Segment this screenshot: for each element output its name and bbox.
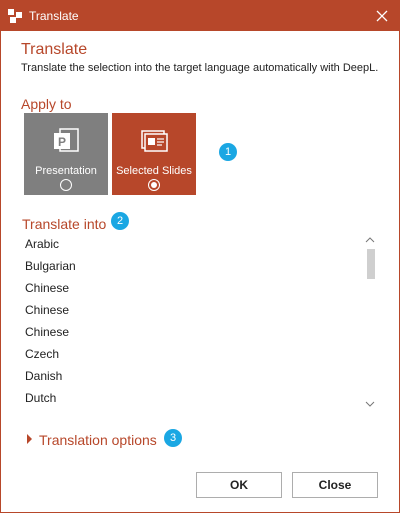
selected-slides-label: Selected Slides [116,165,192,177]
language-item[interactable]: Arabic [23,233,379,255]
translate-dialog: Translate Translate Translate the select… [0,0,400,513]
presentation-label: Presentation [35,165,97,177]
scroll-up-icon[interactable] [363,233,377,247]
title-bar: Translate [1,1,399,31]
close-icon[interactable] [371,5,393,27]
window-title: Translate [29,9,79,23]
dialog-description: Translate the selection into the target … [21,62,379,74]
dialog-heading: Translate [21,41,88,58]
svg-text:P: P [58,135,66,149]
expand-triangle-icon [27,434,32,444]
presentation-radio[interactable] [60,179,72,191]
language-item[interactable]: Czech [23,343,379,365]
close-button[interactable]: Close [292,472,378,498]
apply-to-selected-slides-tile[interactable]: Selected Slides [112,113,196,195]
scroll-down-icon[interactable] [363,397,377,411]
translation-options-toggle[interactable]: Translation options [27,432,157,448]
language-item[interactable]: Chinese [23,277,379,299]
step-badge-1: 1 [219,143,237,161]
scroll-thumb[interactable] [367,249,375,279]
powerpoint-presentation-icon: P [50,125,82,157]
deepl-logo-icon [7,8,23,24]
step-badge-3: 3 [164,429,182,447]
translation-options-label: Translation options [39,432,157,448]
language-item[interactable]: Bulgarian [23,255,379,277]
translate-into-label: Translate into [22,216,107,232]
apply-to-presentation-tile[interactable]: P Presentation [24,113,108,195]
step-badge-2: 2 [111,212,129,230]
language-list-scrollbar[interactable] [363,233,377,411]
language-list[interactable]: Arabic Bulgarian Chinese Chinese Chinese… [23,233,379,411]
language-item[interactable]: Dutch [23,387,379,409]
selected-slides-radio[interactable] [148,179,160,191]
language-item[interactable]: Chinese [23,299,379,321]
ok-button[interactable]: OK [196,472,282,498]
language-item[interactable]: Chinese [23,321,379,343]
apply-to-label: Apply to [21,96,72,112]
slides-icon [138,125,170,157]
language-item[interactable]: Danish [23,365,379,387]
